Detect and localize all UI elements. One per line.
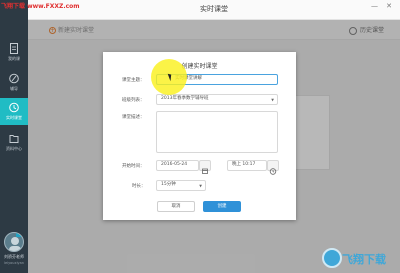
create-button[interactable]: 创建: [203, 201, 241, 212]
sidebar-item-my-courses[interactable]: 我的课: [0, 40, 28, 65]
start-time-label: 开始时间：: [122, 164, 145, 169]
folder-icon: [9, 135, 19, 143]
chevron-down-icon: ▼: [199, 184, 202, 188]
pencil-circle-icon: [9, 73, 19, 84]
dialog-title: 创建实时课堂: [181, 63, 218, 70]
user-name: 刘骄芬老师: [4, 254, 24, 259]
watermark-top: 飞翔下载 www.FXXZ.com: [1, 3, 80, 10]
document-icon: [10, 43, 18, 54]
minimize-icon[interactable]: —: [371, 2, 378, 10]
watermark-bottom-text: 飞翔下载: [342, 253, 386, 266]
duration-select[interactable]: 15分钟 ▼: [156, 180, 206, 191]
close-icon[interactable]: ✕: [386, 2, 392, 10]
topic-label: 课堂主题：: [122, 78, 145, 83]
message-badge-icon: [16, 233, 23, 237]
watermark-logo-icon: [322, 248, 342, 268]
sidebar-item-label: 我的课: [8, 56, 20, 61]
class-list-label: 班级列表：: [122, 98, 145, 103]
sidebar-item-live-class[interactable]: 实时课堂: [0, 98, 28, 125]
create-live-class-dialog: 创建实时课堂 课堂主题： 实时课堂讲解 班级列表： 2013年春季数学辅导班 ▼…: [103, 52, 296, 220]
duration-value: 15分钟: [161, 182, 176, 187]
time-picker-button[interactable]: [267, 160, 279, 175]
start-time-value: 晚上 10:17: [232, 162, 256, 167]
description-label: 课堂描述：: [122, 115, 145, 120]
class-list-value: 2013年春季数学辅导班: [161, 96, 209, 101]
clock-icon: [9, 102, 19, 113]
class-list-select[interactable]: 2013年春季数学辅导班 ▼: [156, 94, 278, 105]
sidebar-item-label: 辅导: [10, 86, 18, 91]
duration-label: 时长：: [132, 184, 146, 189]
calendar-icon: [202, 168, 208, 174]
start-date-value: 2016-05-24: [161, 162, 188, 167]
sidebar-item-resources[interactable]: 资料中心: [0, 130, 28, 155]
sidebar-item-label: 实时课堂: [6, 115, 22, 120]
sidebar-item-label: 资料中心: [6, 146, 22, 151]
calendar-button[interactable]: [199, 160, 211, 174]
title-bar: 实时课堂 — ✕: [28, 0, 400, 20]
avatar[interactable]: [4, 232, 24, 252]
chevron-down-icon: ▼: [271, 98, 274, 102]
sidebar: 飞翔下载 www.FXXZ.com 我的课 辅导 实时课堂 资料中心 刘骄芬老师…: [0, 0, 80, 273]
time-clock-icon: [269, 168, 277, 175]
cancel-button[interactable]: 取消: [157, 201, 195, 212]
start-date-input[interactable]: 2016-05-24: [156, 160, 199, 171]
description-textarea[interactable]: [156, 111, 278, 153]
sidebar-item-tutoring[interactable]: 辅导: [0, 70, 28, 95]
watermark-logo: 飞翔下载: [322, 248, 396, 270]
user-id: leiyouxiyan: [3, 261, 24, 265]
start-time-input[interactable]: 晚上 10:17: [227, 160, 267, 171]
window-title: 实时课堂: [200, 5, 228, 13]
